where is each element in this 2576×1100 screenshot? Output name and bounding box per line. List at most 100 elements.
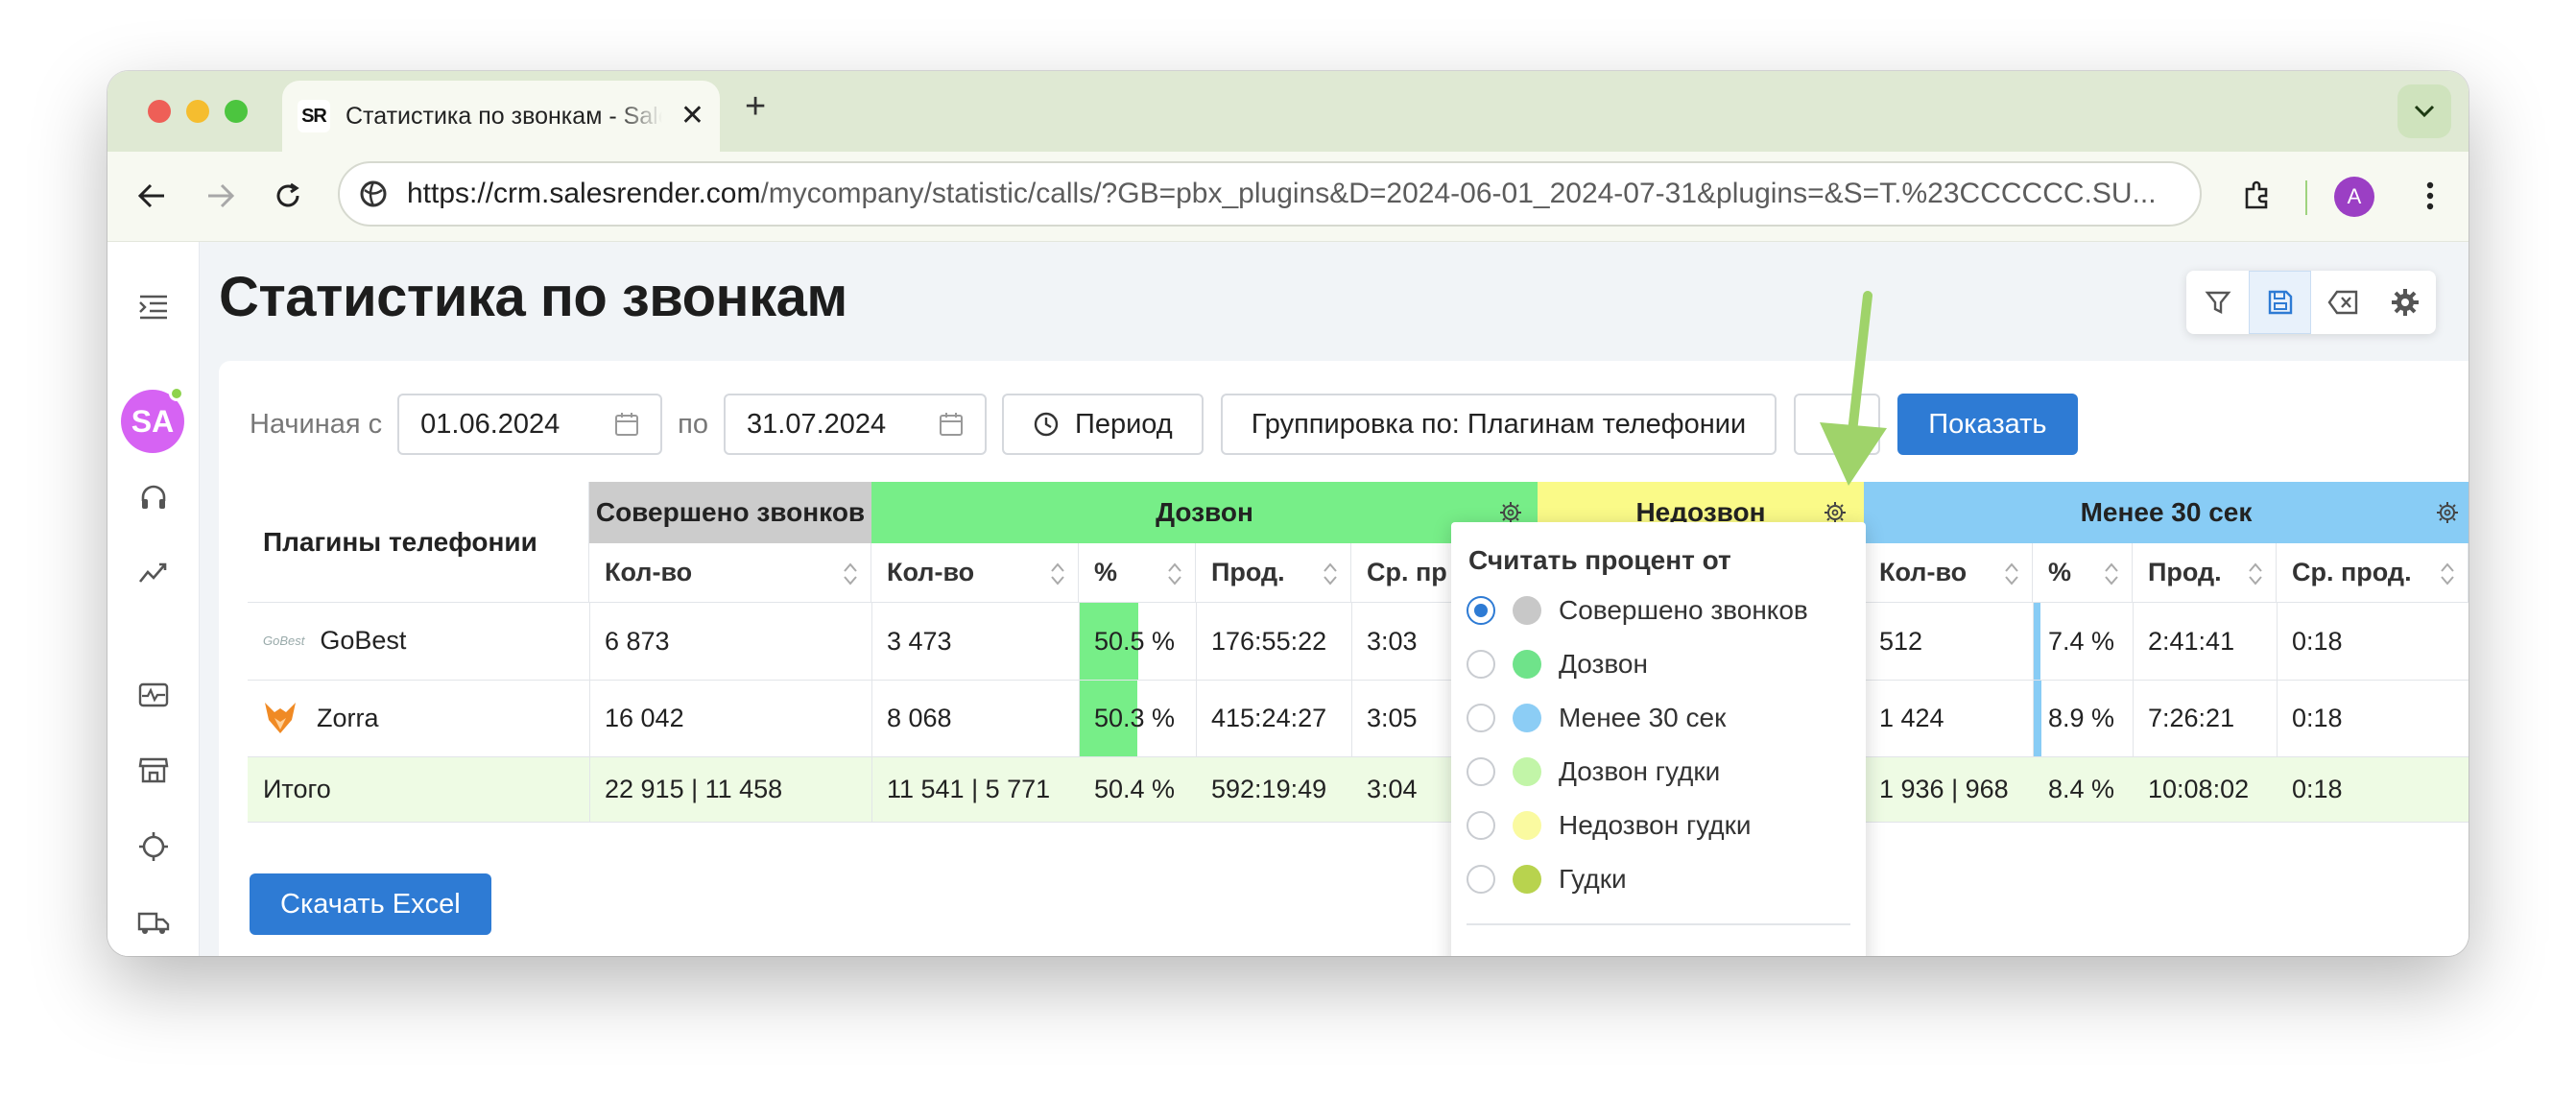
percent-option-under30[interactable]: Менее 30 сек: [1467, 699, 1726, 737]
subheader-under30-count[interactable]: Кол-во: [1864, 543, 2033, 603]
percent-option-connected-rings[interactable]: Дозвон гудки: [1467, 753, 1720, 791]
subheader-made-count[interactable]: Кол-во: [589, 543, 871, 603]
table-cell: 1 936 | 968: [1879, 774, 2009, 803]
under30-settings-gear-icon[interactable]: [2436, 501, 2459, 524]
new-tab-icon[interactable]: +: [745, 88, 766, 125]
color-dot: [1513, 704, 1541, 732]
minimize-window-button[interactable]: [186, 100, 209, 123]
gobest-logo-icon: GoBest: [263, 633, 305, 648]
from-date-value: 01.06.2024: [420, 408, 561, 440]
grouping-button[interactable]: Группировка по: Плагинам телефонии: [1220, 394, 1777, 455]
browser-menu-icon[interactable]: [2409, 175, 2451, 217]
row-divider: [248, 822, 2469, 823]
table-cell: 8.4 %: [2048, 774, 2115, 803]
zorra-fox-logo-icon: [265, 703, 296, 733]
settings-button[interactable]: [2373, 271, 2436, 334]
browser-window: SR Статистика по звонкам - SalesRender ✕…: [107, 71, 2469, 956]
table-cell: 3:04: [1367, 774, 1418, 803]
maximize-window-button[interactable]: [225, 100, 248, 123]
under30-percent-bar: [2033, 680, 2041, 756]
save-button[interactable]: [2249, 271, 2311, 334]
subheader-under30-duration[interactable]: Прод.: [2133, 543, 2277, 603]
analytics-trend-icon[interactable]: [132, 551, 175, 593]
table-row-gobest-name: GoBest GoBest: [263, 625, 407, 655]
col-divider: [1351, 603, 1352, 756]
toolbar-separator: [2305, 180, 2307, 215]
page-actions-toolbar: [2186, 271, 2436, 334]
tab-search-chevron-down-icon[interactable]: [2397, 84, 2451, 138]
to-label: по: [678, 408, 708, 440]
sidebar-collapse-icon[interactable]: [132, 286, 175, 328]
filter-button[interactable]: [2186, 271, 2249, 334]
table-cell: 22 915 | 11 458: [605, 774, 783, 803]
delivery-truck-icon[interactable]: [132, 902, 175, 945]
period-button[interactable]: Период: [1002, 394, 1204, 455]
address-bar[interactable]: https://crm.salesrender.com/mycompany/st…: [338, 161, 2202, 227]
to-date-value: 31.07.2024: [747, 408, 887, 440]
subheader-under30-avg[interactable]: Ср. прод.: [2277, 543, 2469, 603]
window-controls: [148, 100, 248, 123]
dashboard-pulse-icon[interactable]: [132, 674, 175, 716]
table-cell: 0:18: [2292, 774, 2343, 803]
crosshair-icon[interactable]: [132, 825, 175, 868]
table-cell: 1 424: [1879, 703, 1944, 732]
close-window-button[interactable]: [148, 100, 171, 123]
reload-icon[interactable]: [267, 175, 309, 217]
radio-made[interactable]: [1467, 596, 1495, 625]
table-cell: 3:03: [1367, 626, 1418, 656]
subheader-connected-count[interactable]: Кол-во: [871, 543, 1079, 603]
table-cell: 7.4 %: [2048, 626, 2115, 656]
subheader-under30-percent[interactable]: %: [2033, 543, 2133, 603]
tab-close-icon[interactable]: ✕: [680, 102, 704, 131]
from-label: Начиная с: [250, 408, 383, 440]
col-divider: [2277, 603, 2278, 756]
table-cell: 0:18: [2292, 626, 2343, 656]
total-row: [248, 756, 2469, 822]
profile-avatar[interactable]: A: [2334, 177, 2374, 217]
show-button[interactable]: Показать: [1897, 394, 2078, 455]
headset-icon[interactable]: [132, 476, 175, 518]
clear-button[interactable]: [2311, 271, 2373, 334]
site-info-icon[interactable]: [359, 179, 388, 208]
group-header-connected: Дозвон: [871, 482, 1538, 543]
color-dot: [1513, 650, 1541, 679]
subheader-connected-percent[interactable]: %: [1079, 543, 1196, 603]
calls-stats-table: Плагины телефонии Совершено звонков Дозв…: [248, 482, 2469, 827]
table-cell: 592:19:49: [1211, 774, 1327, 803]
from-date-input[interactable]: 01.06.2024: [397, 394, 663, 455]
subheader-connected-duration[interactable]: Прод.: [1196, 543, 1351, 603]
row-divider: [248, 756, 2469, 757]
percent-option-rings[interactable]: Гудки: [1467, 860, 1627, 898]
group-header-under30: Менее 30 сек: [1864, 482, 2469, 543]
radio-rings[interactable]: [1467, 865, 1495, 894]
page-title: Статистика по звонкам: [219, 266, 847, 328]
failed-settings-gear-icon[interactable]: [1824, 501, 1847, 524]
annotation-arrow-icon: [1820, 291, 1887, 486]
filter-icon: [2205, 291, 2230, 314]
extensions-puzzle-icon[interactable]: [2236, 175, 2278, 217]
calendar-icon: [940, 413, 963, 436]
radio-under30[interactable]: [1467, 704, 1495, 732]
to-date-input[interactable]: 31.07.2024: [724, 394, 987, 455]
percent-option-made[interactable]: Совершено звонков: [1467, 591, 1808, 630]
filters-bar: Начиная с 01.06.2024 по 31.07.2024 Перио…: [250, 394, 2078, 455]
percent-option-connected[interactable]: Дозвон: [1467, 645, 1648, 683]
browser-tab-active[interactable]: SR Статистика по звонкам - SalesRender ✕: [282, 81, 720, 152]
connected-settings-gear-icon[interactable]: [1499, 501, 1522, 524]
col-divider: [2133, 603, 2134, 756]
download-excel-button[interactable]: Скачать Excel: [250, 873, 491, 935]
sidebar: SA: [107, 242, 200, 956]
group-header-made: Совершено звонков: [589, 482, 871, 543]
store-icon[interactable]: [132, 749, 175, 791]
back-arrow-icon[interactable]: [131, 175, 173, 217]
radio-failed-rings[interactable]: [1467, 811, 1495, 840]
save-floppy-icon: [2268, 290, 2292, 315]
radio-connected[interactable]: [1467, 650, 1495, 679]
history-clock-icon: [1034, 412, 1059, 437]
url-text: https://crm.salesrender.com/mycompany/st…: [407, 178, 2157, 209]
percent-option-failed-rings[interactable]: Недозвон гудки: [1467, 806, 1752, 845]
under30-percent-bar: [2033, 603, 2040, 680]
forward-arrow-icon[interactable]: [200, 175, 242, 217]
table-cell: 50.4 %: [1094, 774, 1176, 803]
radio-connected-rings[interactable]: [1467, 757, 1495, 786]
